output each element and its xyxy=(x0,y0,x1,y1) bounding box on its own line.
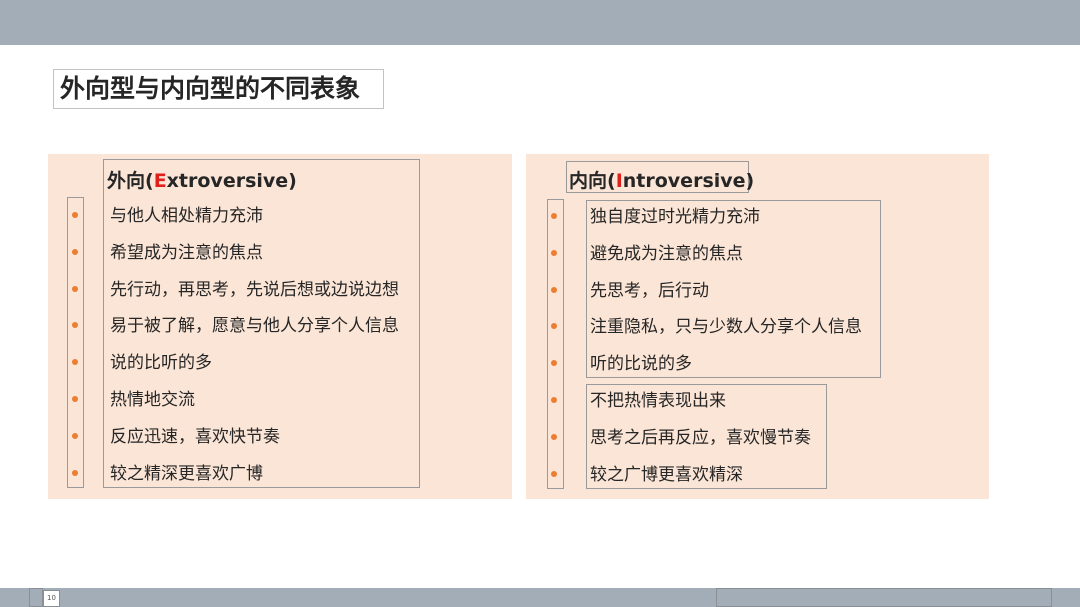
bullet-icon xyxy=(551,287,557,293)
slide-title: 外向型与内向型的不同表象 xyxy=(53,69,384,109)
top-banner xyxy=(0,0,1080,45)
bullet-icon xyxy=(72,286,78,292)
bullet-icon xyxy=(72,470,78,476)
introvert-item: 先思考，后行动 xyxy=(590,281,709,301)
extrovert-item: 希望成为注意的焦点 xyxy=(110,243,263,263)
bullet-icon xyxy=(551,471,557,477)
introvert-item: 不把热情表现出来 xyxy=(590,391,726,411)
heading-accent-letter: E xyxy=(153,170,167,192)
bullet-icon xyxy=(72,433,78,439)
extrovert-item: 易于被了解，愿意与他人分享个人信息 xyxy=(110,316,399,336)
heading-accent-letter: I xyxy=(615,170,623,192)
introvert-item: 独自度过时光精力充沛 xyxy=(590,207,760,227)
introvert-heading: 内向(Introversive) xyxy=(569,166,754,193)
bullet-icon xyxy=(551,250,557,256)
introvert-bullet-column xyxy=(547,199,564,489)
bullet-icon xyxy=(72,322,78,328)
extrovert-item: 反应迅速，喜欢快节奏 xyxy=(110,427,280,447)
extrovert-item: 与他人相处精力充沛 xyxy=(110,206,263,226)
bullet-icon xyxy=(551,213,557,219)
extrovert-item: 先行动，再思考，先说后想或边说边想 xyxy=(110,280,399,300)
extrovert-item: 较之精深更喜欢广博 xyxy=(110,464,263,484)
footer-segment-left xyxy=(29,588,43,607)
introvert-item: 避免成为注意的焦点 xyxy=(590,244,743,264)
bullet-icon xyxy=(551,397,557,403)
introvert-item: 思考之后再反应，喜欢慢节奏 xyxy=(590,428,811,448)
bullet-icon xyxy=(72,249,78,255)
heading-suffix: ntroversive) xyxy=(622,170,755,192)
footer-segment-right xyxy=(716,588,1052,607)
bullet-icon xyxy=(72,359,78,365)
introvert-item: 听的比说的多 xyxy=(590,354,692,374)
heading-prefix: 内向( xyxy=(569,170,616,192)
bullet-icon xyxy=(551,323,557,329)
extrovert-heading: 外向(Extroversive) xyxy=(107,166,297,193)
heading-prefix: 外向( xyxy=(107,170,154,192)
page-number: 10 xyxy=(43,590,60,607)
bullet-icon xyxy=(72,396,78,402)
extrovert-item: 说的比听的多 xyxy=(110,353,212,373)
bullet-icon xyxy=(551,434,557,440)
bullet-icon xyxy=(72,212,78,218)
heading-suffix: xtroversive) xyxy=(166,170,297,192)
extrovert-item: 热情地交流 xyxy=(110,390,195,410)
introvert-item: 注重隐私，只与少数人分享个人信息 xyxy=(590,317,862,337)
extrovert-bullet-column xyxy=(67,197,84,488)
bullet-icon xyxy=(551,360,557,366)
introvert-item: 较之广博更喜欢精深 xyxy=(590,465,743,485)
